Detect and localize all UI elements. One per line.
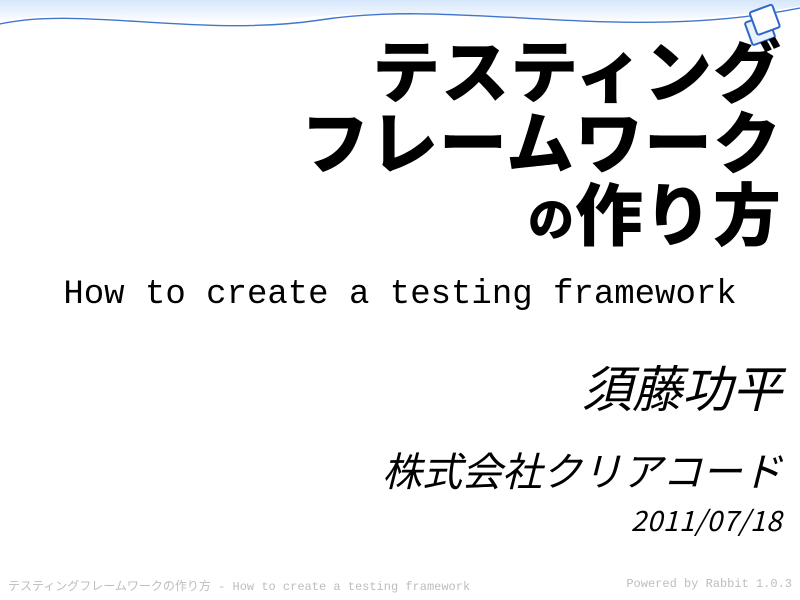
slide-title-page: テスティング フレームワーク の作り方 How to create a test… bbox=[0, 0, 800, 572]
presentation-date: 2011/07/18 bbox=[18, 500, 782, 540]
author-name: 須藤功平 bbox=[18, 350, 782, 422]
slide-footer: テスティングフレームワークの作り方 - How to create a test… bbox=[0, 577, 800, 596]
footer-left-text: テスティングフレームワークの作り方 - How to create a test… bbox=[8, 577, 470, 594]
title-particle-no: の bbox=[528, 184, 575, 250]
title-japanese: テスティング フレームワーク の作り方 bbox=[18, 32, 782, 246]
footer-right-text: Powered by Rabbit 1.0.3 bbox=[626, 577, 792, 594]
company-name: 株式会社クリアコード bbox=[18, 440, 782, 498]
title-line-3-rest: 作り方 bbox=[575, 161, 782, 260]
subtitle-english: How to create a testing framework bbox=[18, 276, 782, 314]
